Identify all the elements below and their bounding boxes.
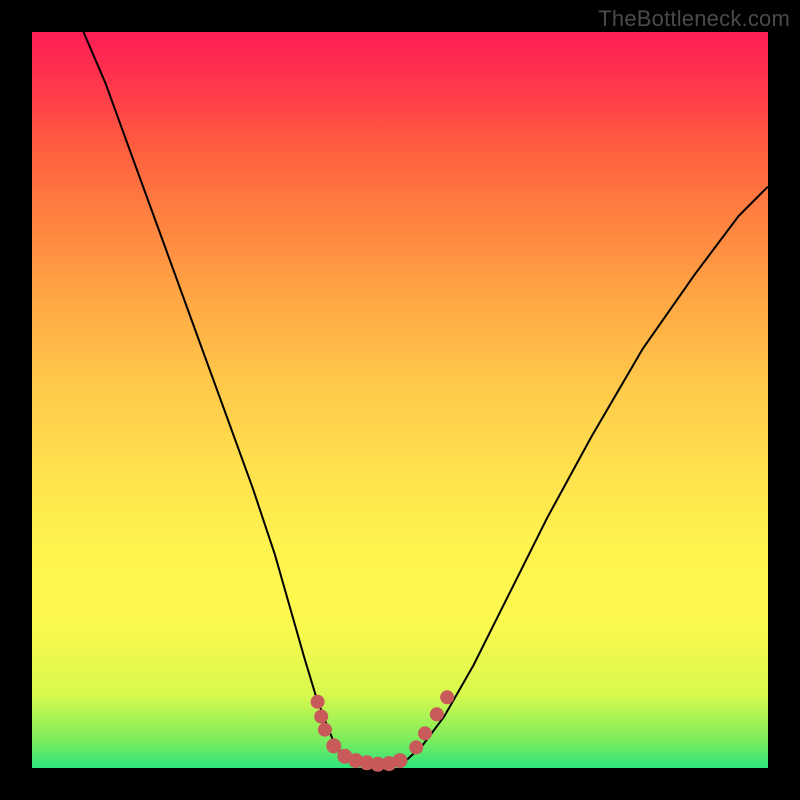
marker-group-left-wall xyxy=(311,695,332,737)
marker-group-flat-bottom xyxy=(326,738,407,771)
watermark-text: TheBottleneck.com xyxy=(598,6,790,32)
marker-dot xyxy=(418,726,432,740)
marker-dot xyxy=(318,723,332,737)
marker-group-right-wall xyxy=(409,690,454,754)
chart-frame: TheBottleneck.com xyxy=(0,0,800,800)
marker-dot xyxy=(440,690,454,704)
marker-dot xyxy=(311,695,325,709)
marker-dot xyxy=(326,738,341,753)
marker-dot xyxy=(430,707,444,721)
main-curve xyxy=(84,32,769,765)
marker-dot xyxy=(314,710,328,724)
marker-dot xyxy=(393,753,408,768)
chart-svg xyxy=(32,32,768,768)
marker-dot xyxy=(409,740,423,754)
plot-area xyxy=(32,32,768,768)
